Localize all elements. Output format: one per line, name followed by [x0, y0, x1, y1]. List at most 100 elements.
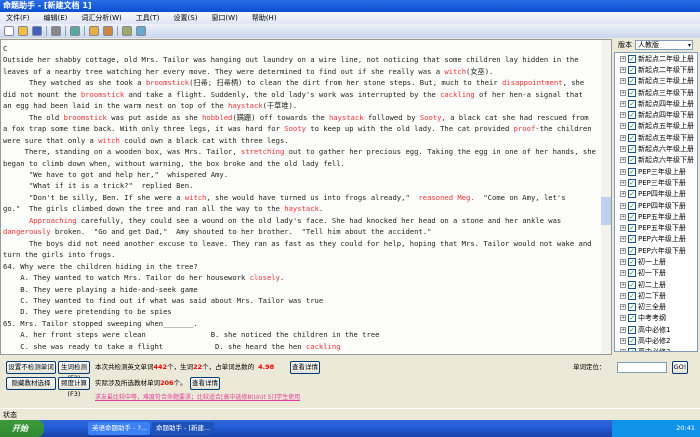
expand-icon[interactable]: + — [620, 225, 626, 232]
textbook-item[interactable]: + ✓ 新起点四年级上册 — [615, 98, 697, 109]
expand-icon[interactable]: + — [620, 213, 626, 220]
save-icon[interactable] — [32, 26, 42, 36]
task-button[interactable]: 英语命题助手 - ?... — [88, 422, 150, 435]
checkbox[interactable]: ✓ — [628, 65, 636, 74]
textbook-item[interactable]: + ✓ 新起点二年级上册 — [615, 53, 697, 64]
textbook-item[interactable]: + ✓ 新起点六年级下册 — [615, 155, 697, 166]
checkbox[interactable]: ✓ — [628, 54, 636, 63]
new-icon[interactable] — [4, 26, 14, 36]
expand-icon[interactable]: + — [620, 55, 626, 62]
menu-item[interactable]: 设置(S) — [174, 12, 198, 24]
checkbox[interactable]: ✓ — [628, 212, 636, 221]
checkbox[interactable]: ✓ — [628, 133, 636, 142]
expand-icon[interactable]: + — [620, 146, 626, 153]
expand-icon[interactable]: + — [620, 270, 626, 277]
hide-textbook-button[interactable]: 隐藏教材选择 — [6, 377, 56, 390]
expand-icon[interactable]: + — [620, 258, 626, 265]
expand-icon[interactable]: + — [620, 123, 626, 130]
locate-word-input[interactable] — [617, 362, 667, 373]
menu-item[interactable]: 窗口(W) — [211, 12, 237, 24]
expand-icon[interactable]: + — [620, 66, 626, 73]
checkbox[interactable]: ✓ — [628, 178, 636, 187]
checkbox[interactable]: ✓ — [628, 88, 636, 97]
expand-icon[interactable]: + — [620, 157, 626, 164]
textbook-item[interactable]: + ✓ 新起点五年级下册 — [615, 132, 697, 143]
expand-icon[interactable]: + — [620, 315, 626, 322]
textbook-item[interactable]: + ✓ PEP六年级上册 — [615, 234, 697, 245]
checkbox[interactable]: ✓ — [628, 314, 636, 323]
export-icon[interactable] — [136, 26, 146, 36]
menu-item[interactable]: 文件(F) — [6, 12, 30, 24]
analyze-icon[interactable] — [70, 26, 80, 36]
checkbox[interactable]: ✓ — [628, 269, 636, 278]
frequency-button[interactable]: 频度计算(F3) — [58, 377, 90, 398]
textbook-item[interactable]: + ✓ 新起点二年级下册 — [615, 64, 697, 75]
expand-icon[interactable]: + — [620, 338, 626, 345]
checkbox[interactable]: ✓ — [628, 257, 636, 266]
checkbox[interactable]: ✓ — [628, 224, 636, 233]
textbook-item[interactable]: + ✓ 高中必修2 — [615, 335, 697, 346]
expand-icon[interactable]: + — [620, 179, 626, 186]
menu-item[interactable]: 帮助(H) — [252, 12, 277, 24]
set-exclude-words-button[interactable]: 设置不检测单词 — [6, 361, 56, 374]
textbook-item[interactable]: + ✓ PEP三年级下册 — [615, 177, 697, 188]
expand-icon[interactable]: + — [620, 78, 626, 85]
checkbox[interactable]: ✓ — [628, 111, 636, 120]
expand-icon[interactable]: + — [620, 202, 626, 209]
expand-icon[interactable]: + — [620, 112, 626, 119]
textbook-item[interactable]: + ✓ PEP三年级上册 — [615, 166, 697, 177]
checkbox[interactable]: ✓ — [628, 325, 636, 334]
textbook-item[interactable]: + ✓ PEP五年级上册 — [615, 211, 697, 222]
checkbox[interactable]: ✓ — [628, 190, 636, 199]
textbook-item[interactable]: + ✓ 高中必修1 — [615, 324, 697, 335]
textbook-item[interactable]: + ✓ 新起点四年级下册 — [615, 109, 697, 120]
textbook-item[interactable]: + ✓ PEP四年级下册 — [615, 200, 697, 211]
start-button[interactable]: 开始 — [0, 420, 44, 437]
chart-icon[interactable] — [103, 26, 113, 36]
textbook-item[interactable]: + ✓ 初二上册 — [615, 279, 697, 290]
go-button[interactable]: GO! — [672, 361, 688, 374]
textbook-item[interactable]: + ✓ 初二下册 — [615, 290, 697, 301]
view-details-button-2[interactable]: 查看详情 — [190, 377, 220, 390]
expand-icon[interactable]: + — [620, 168, 626, 175]
open-icon[interactable] — [18, 26, 28, 36]
expand-icon[interactable]: + — [620, 134, 626, 141]
textbook-item[interactable]: + ✓ 初三全册 — [615, 302, 697, 313]
document-text[interactable]: C Outside her shabby cottage, old Mrs. Ta… — [3, 43, 601, 354]
expand-icon[interactable]: + — [620, 281, 626, 288]
textbook-item[interactable]: + ✓ 新起点三年级上册 — [615, 76, 697, 87]
checkbox[interactable]: ✓ — [628, 291, 636, 300]
menu-item[interactable]: 工具(T) — [136, 12, 160, 24]
expand-icon[interactable]: + — [620, 326, 626, 333]
tools-icon[interactable] — [122, 26, 132, 36]
textbook-item[interactable]: + ✓ PEP六年级下册 — [615, 245, 697, 256]
checkbox[interactable]: ✓ — [628, 280, 636, 289]
find-icon[interactable] — [51, 26, 61, 36]
checkbox[interactable]: ✓ — [628, 348, 636, 351]
textbook-item[interactable]: + ✓ 中考考纲 — [615, 313, 697, 324]
checkbox[interactable]: ✓ — [628, 337, 636, 346]
textbook-item[interactable]: + ✓ 新起点六年级上册 — [615, 143, 697, 154]
checkbox[interactable]: ✓ — [628, 201, 636, 210]
textbook-item[interactable]: + ✓ 初一下册 — [615, 268, 697, 279]
task-button[interactable]: 命题助手 - [新建... — [152, 422, 214, 435]
expand-icon[interactable]: + — [620, 100, 626, 107]
scrollbar-thumb[interactable] — [601, 197, 611, 225]
textbook-item[interactable]: +✓高中必修3 — [615, 347, 697, 351]
new-words-check-button[interactable]: 生词检测(F2) — [58, 361, 90, 382]
checkbox[interactable]: ✓ — [628, 122, 636, 131]
checkbox[interactable]: ✓ — [628, 167, 636, 176]
menu-item[interactable]: 词汇分析(W) — [81, 12, 121, 24]
expand-icon[interactable]: + — [620, 236, 626, 243]
menu-item[interactable]: 编辑(E) — [44, 12, 68, 24]
checkbox[interactable]: ✓ — [628, 156, 636, 165]
summary-link[interactable]: 求友最比较中等，难度符合命题要求；比较适合[高中选修8(Unit 5)]学生使用 — [95, 392, 300, 404]
textbook-item[interactable]: + ✓ PEP四年级上册 — [615, 189, 697, 200]
expand-icon[interactable]: + — [620, 349, 626, 351]
vertical-scrollbar[interactable] — [601, 40, 611, 354]
checkbox[interactable]: ✓ — [628, 99, 636, 108]
expand-icon[interactable]: + — [620, 191, 626, 198]
checkbox[interactable]: ✓ — [628, 77, 636, 86]
checkbox[interactable]: ✓ — [628, 303, 636, 312]
expand-icon[interactable]: + — [620, 292, 626, 299]
